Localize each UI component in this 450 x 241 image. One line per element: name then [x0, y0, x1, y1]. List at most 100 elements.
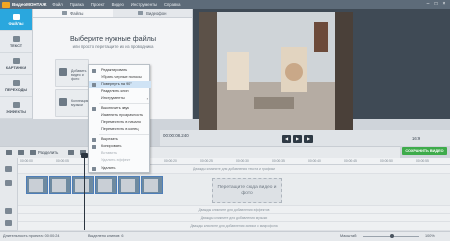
tab-backgrounds-label: Видеофон: [146, 10, 167, 16]
sidebar-item-pictures[interactable]: КАРТИНКИ: [0, 53, 32, 75]
undo-icon[interactable]: [6, 150, 12, 155]
menu-item-split-clip[interactable]: Разделить клип: [89, 88, 151, 95]
playhead-handle[interactable]: [81, 153, 88, 158]
ruler-tick: 00:00:35: [272, 159, 285, 163]
text-track-hint: Дважды кликните для добавления текста и …: [193, 167, 275, 171]
music-track-icon: [5, 208, 12, 214]
menu-item-transparency[interactable]: Изменить прозрачность: [89, 112, 151, 119]
split-icon[interactable]: [30, 150, 36, 155]
video-clip[interactable]: [49, 176, 71, 194]
sidebar-item-effects[interactable]: ЭФФЕКТЫ: [0, 97, 32, 119]
delete-icon: [92, 166, 96, 171]
video-clip[interactable]: [26, 176, 48, 194]
effects-track[interactable]: Дважды кликните для добавления эффектов: [18, 206, 450, 214]
cut-icon[interactable]: [68, 150, 75, 155]
sidebar-item-transitions[interactable]: ПЕРЕХОДЫ: [0, 75, 32, 97]
menu-project[interactable]: Проект: [91, 2, 105, 7]
menu-item-rotate-90[interactable]: Повернуть на 90°: [89, 81, 151, 88]
previous-frame-button[interactable]: ◀: [282, 135, 291, 143]
clip-thumbnail: [98, 179, 112, 192]
next-frame-button[interactable]: ▶: [304, 135, 313, 143]
menu-file[interactable]: Файл: [52, 2, 62, 7]
transitions-icon: [12, 79, 20, 86]
menu-video[interactable]: Видео: [112, 2, 124, 7]
ruler-tick: 00:00:30: [236, 159, 249, 163]
menu-item-cut[interactable]: Вырезать: [89, 136, 151, 143]
selected-clips-count: Выделено клипов: 6: [88, 234, 124, 238]
menu-item-tools[interactable]: Инструменты ›: [89, 95, 151, 102]
ruler-tick: 00:00:55: [416, 159, 429, 163]
title-bar: ВидеоМОНТАЖ Файл Правка Проект Видео Инс…: [0, 0, 450, 9]
sidebar-item-label: ТЕКСТ: [9, 43, 23, 48]
music-collection-tile[interactable]: Коллекция музыки: [55, 89, 89, 117]
project-duration: Длительность проекта: 00:00:24: [3, 234, 60, 238]
folder-icon: [12, 13, 20, 20]
menu-help[interactable]: Справка: [164, 2, 180, 7]
video-clip[interactable]: [95, 176, 117, 194]
timeline-toolbar: Разделить: [0, 146, 400, 158]
aspect-ratio-selector[interactable]: 16:9: [412, 136, 420, 141]
copy-icon: [92, 144, 96, 149]
menu-item-mute[interactable]: Выключить звук: [89, 105, 151, 112]
music-track-hint: Дважды кликните для добавления музыки: [200, 216, 268, 220]
drop-zone[interactable]: Перетащите сюда видео и фото: [212, 178, 282, 203]
video-clip[interactable]: [118, 176, 140, 194]
close-icon[interactable]: ×: [440, 1, 448, 7]
app-logo-icon: [2, 1, 10, 8]
voice-track[interactable]: Дважды кликните для добавления записи с …: [18, 222, 450, 231]
menu-item-remove-effect[interactable]: Удалить эффект: [89, 157, 151, 164]
redo-icon[interactable]: [18, 150, 24, 155]
video-clips: [26, 176, 196, 194]
ruler-tick: 00:00:25: [200, 159, 213, 163]
menu-item-paste[interactable]: Вставить: [89, 150, 151, 157]
zoom-label: Масштаб:: [340, 234, 358, 238]
save-video-button[interactable]: СОХРАНИТЬ ВИДЕО: [402, 147, 447, 155]
clip-thumbnail: [75, 179, 89, 192]
media-subtitle: или просто перетащите их из проводника: [72, 44, 154, 49]
menu-item-move-to-end[interactable]: Переместить в конец: [89, 126, 151, 133]
app-title: ВидеоМОНТАЖ: [12, 2, 47, 7]
clip-thumbnail: [52, 179, 66, 192]
timecode-display: 00:00:08.240: [163, 133, 189, 138]
menu-item-edit[interactable]: Редактировать: [89, 67, 151, 74]
text-track-icon: [5, 166, 12, 172]
backgrounds-tab-icon: [138, 11, 144, 15]
media-tabs: Файлы Видеофон: [33, 9, 192, 18]
files-tab-icon: [62, 11, 68, 15]
context-menu: Редактировать Убрать черные полосы Повер…: [88, 64, 151, 173]
sidebar-item-files[interactable]: ФАЙЛЫ: [0, 9, 32, 31]
picture-icon: [12, 57, 20, 64]
edit-icon: [92, 68, 96, 73]
zoom-value: 100%: [425, 234, 435, 238]
split-label[interactable]: Разделить: [38, 150, 58, 155]
video-clip[interactable]: [72, 176, 94, 194]
sidebar-item-label: ЭФФЕКТЫ: [5, 109, 27, 114]
sidebar-item-label: ФАЙЛЫ: [8, 21, 24, 26]
play-button[interactable]: ▶: [293, 135, 302, 143]
music-track[interactable]: Дважды кликните для добавления музыки: [18, 214, 450, 222]
menu-tools[interactable]: Инструменты: [131, 2, 157, 7]
add-media-tile[interactable]: Добавить видео и фото: [55, 59, 89, 87]
playhead[interactable]: [84, 155, 85, 230]
microphone-track-icon: [5, 220, 12, 226]
minimize-icon[interactable]: –: [424, 1, 432, 7]
menu-item-delete[interactable]: Удалить: [89, 165, 151, 172]
ruler-tick: 00:00:20: [164, 159, 177, 163]
menu-item-copy[interactable]: Копировать: [89, 143, 151, 150]
text-icon: [12, 35, 20, 42]
zoom-slider-handle[interactable]: [390, 234, 394, 238]
media-title: Выберите нужные файлы: [69, 34, 157, 43]
sidebar-item-text[interactable]: ТЕКСТ: [0, 31, 32, 53]
menu-item-move-to-start[interactable]: Переместить в начало: [89, 119, 151, 126]
text-track[interactable]: Дважды кликните для добавления текста и …: [18, 165, 450, 174]
tab-backgrounds[interactable]: Видеофон: [113, 9, 193, 17]
menu-edit[interactable]: Правка: [70, 2, 84, 7]
rotate-icon: [92, 82, 96, 87]
maximize-icon[interactable]: □: [432, 1, 440, 7]
ruler-tick: 00:00:50: [380, 159, 393, 163]
submenu-arrow-icon: ›: [146, 96, 148, 101]
tab-files[interactable]: Файлы: [33, 9, 113, 17]
sidebar-item-label: ПЕРЕХОДЫ: [4, 87, 28, 92]
menu-item-remove-black-bars[interactable]: Убрать черные полосы: [89, 74, 151, 81]
video-clip[interactable]: [141, 176, 163, 194]
